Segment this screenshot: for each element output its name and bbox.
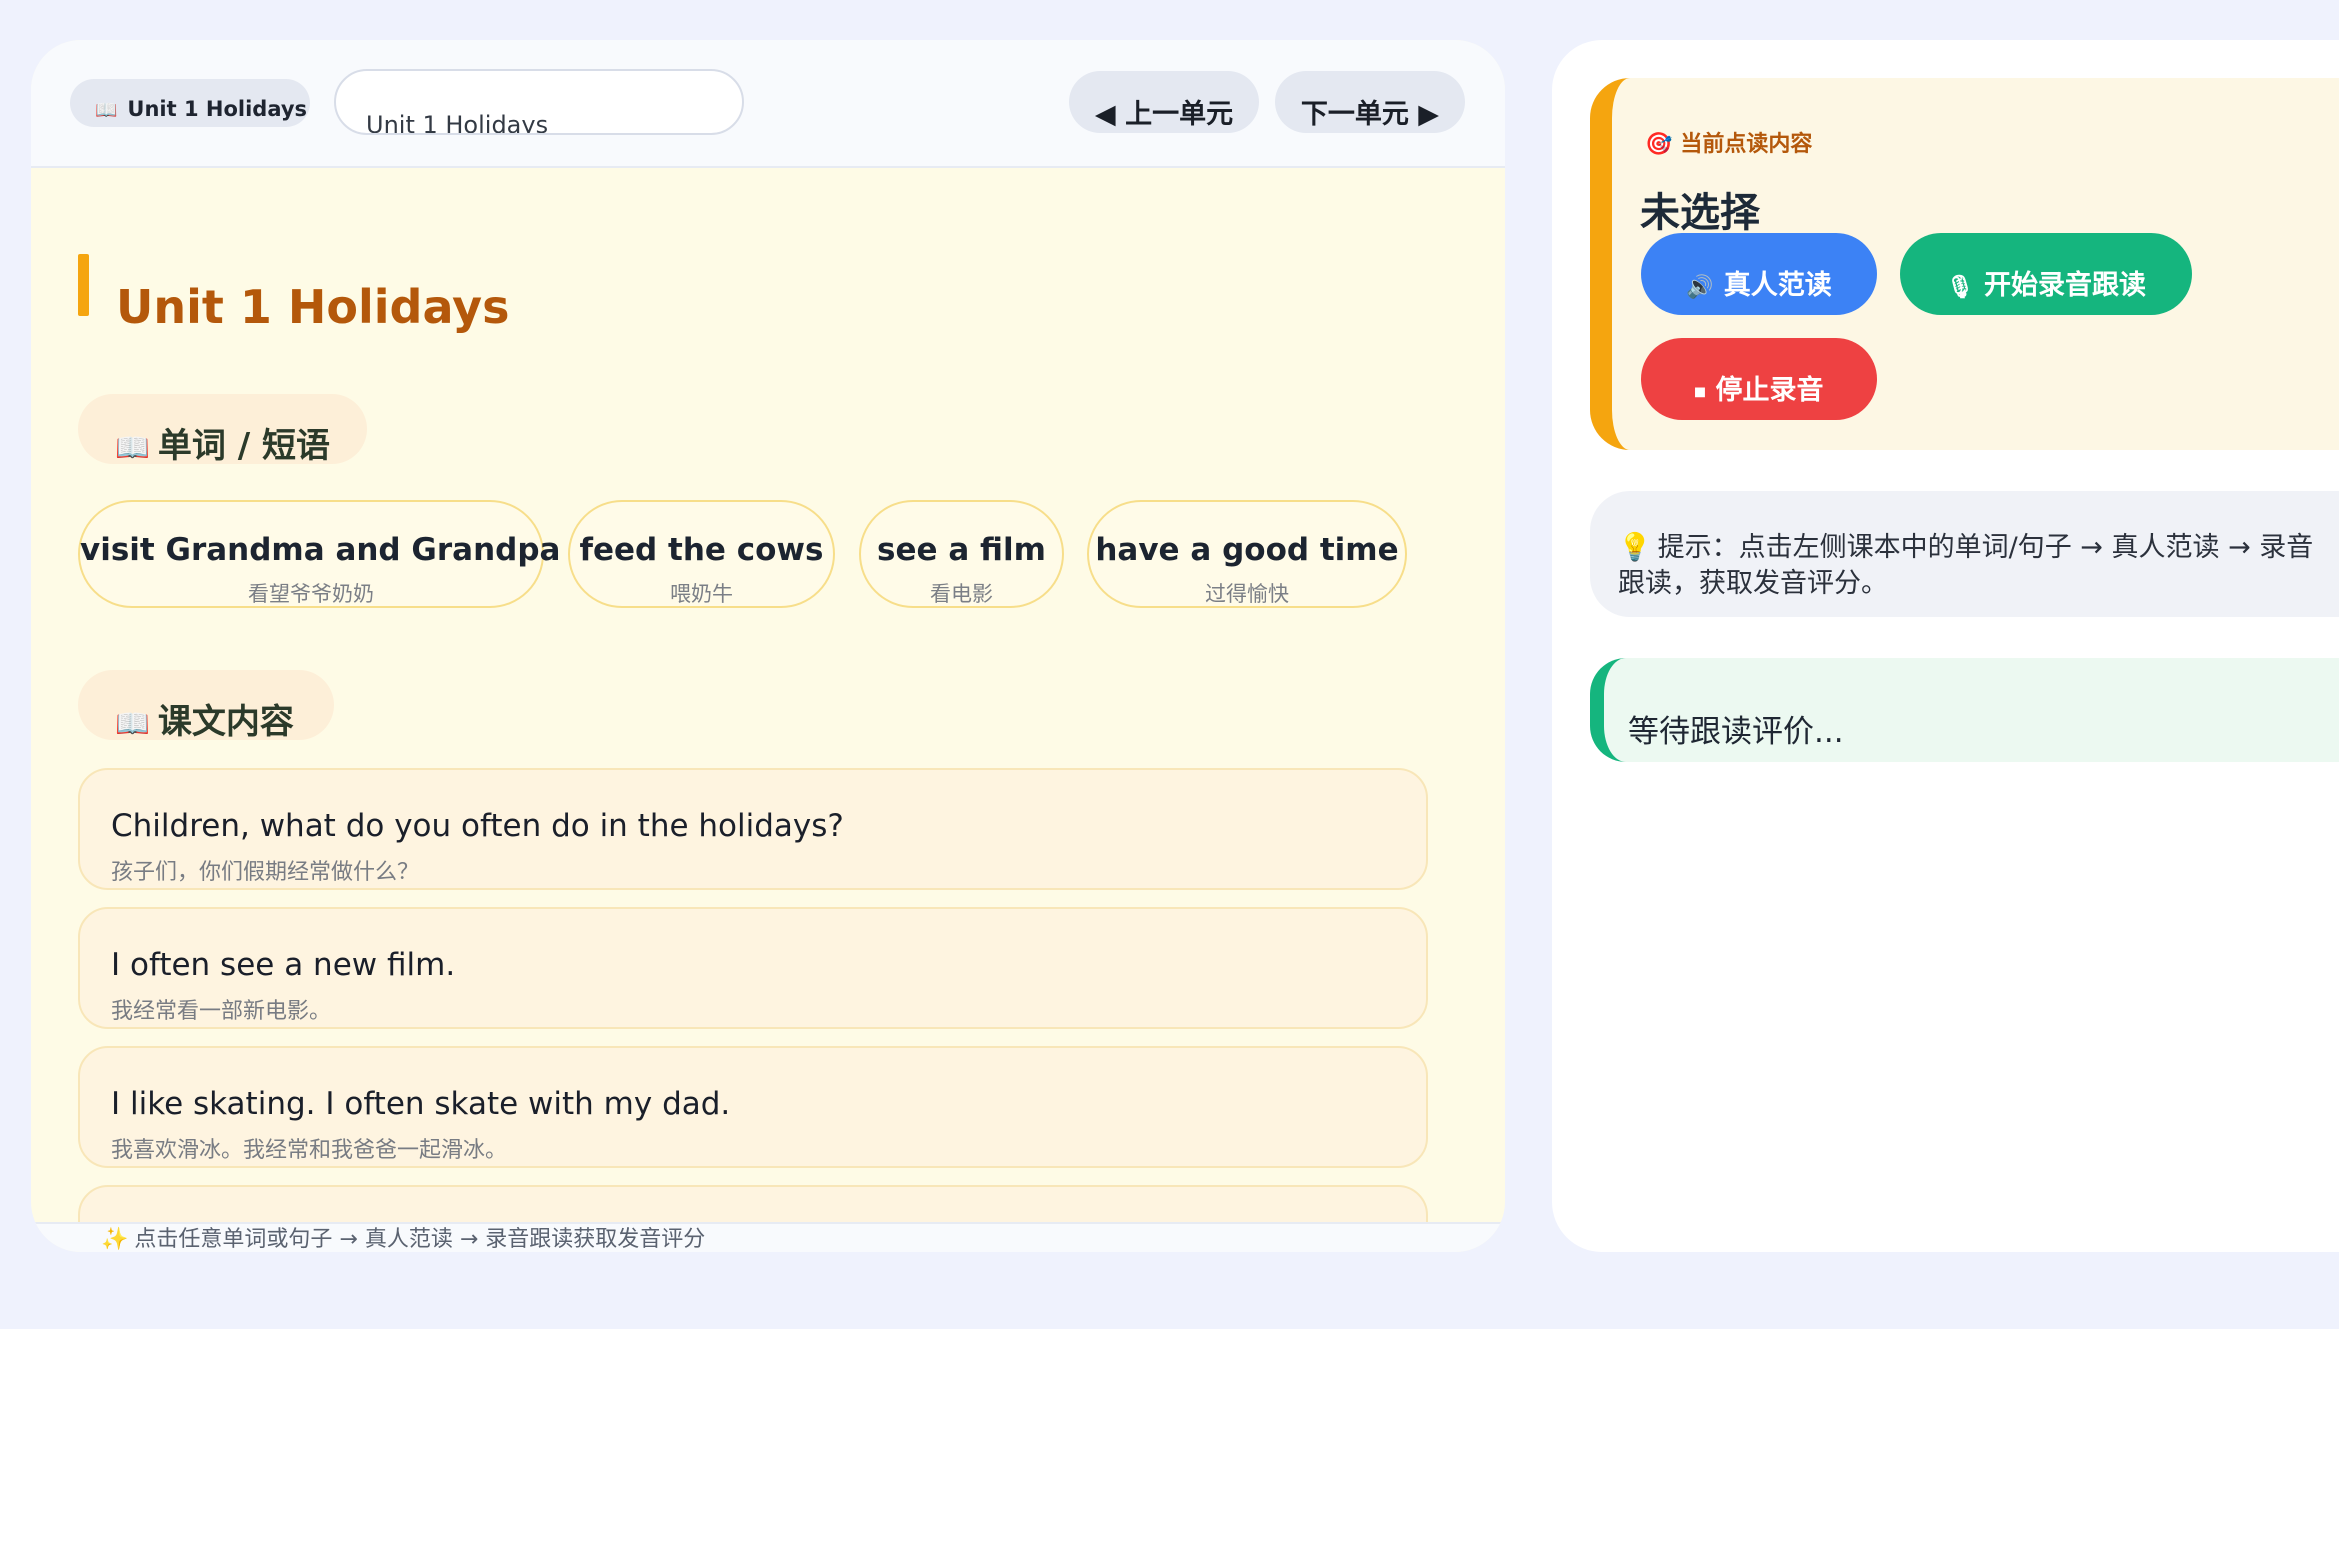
speaker-icon: 🔊 (1686, 275, 1714, 300)
word-en: have a good time (1095, 532, 1399, 568)
target-icon: 🎯 (1645, 132, 1673, 157)
start-recording-button[interactable]: 🎙 开始录音跟读 (1900, 233, 2192, 315)
footer-tip: ✨ 点击任意单词或句子 → 真人范读 → 录音跟读获取发音评分 (101, 1221, 705, 1252)
lesson-content[interactable]: Unit 1 Holidays 📖 单词 / 短语 visit Grandma a… (31, 170, 1505, 1222)
word-chip[interactable]: visit Grandma and Grandpa 看望爷爷奶奶 (78, 500, 561, 608)
current-label-text: 当前点读内容 (1680, 132, 1813, 157)
unit-toolbar: 📖 Unit 1 Holidays Unit 1 Holidays ◀ 上一单元… (31, 40, 1505, 168)
footer-tip-text: 点击任意单词或句子 → 真人范读 → 录音跟读获取发音评分 (134, 1227, 706, 1252)
book-icon: 📖 (115, 707, 150, 740)
sentence-en: I like skating. I often skate with my da… (111, 1086, 731, 1122)
current-item-label: 🎯 当前点读内容 (1645, 126, 1812, 158)
prev-unit-button[interactable]: ◀ 上一单元 (1069, 71, 1259, 133)
word-zh: 看电影 (930, 582, 993, 606)
word-en: feed the cows (579, 532, 824, 568)
unit-select[interactable]: Unit 1 Holidays (334, 69, 744, 135)
sentence-zh: 我喜欢滑冰。我经常和我爸爸一起滑冰。 (111, 1138, 508, 1163)
word-zh: 过得愉快 (1205, 582, 1289, 606)
page-title: Unit 1 Holidays (116, 280, 510, 334)
title-accent-bar (78, 254, 89, 316)
word-chip[interactable]: feed the cows 喂奶牛 (568, 500, 835, 608)
words-heading-label: 单词 / 短语 (157, 426, 330, 466)
sentence-zh: 孩子们，你们假期经常做什么？ (111, 860, 420, 885)
word-en: visit Grandma and Grandpa (80, 532, 561, 568)
stop-recording-label: 停止录音 (1715, 375, 1824, 406)
word-zh: 看望爷爷奶奶 (248, 582, 374, 606)
unit-badge-label: Unit 1 Holidays (127, 97, 308, 121)
book-icon: 📖 (115, 431, 150, 464)
demo-reading-button[interactable]: 🔊 真人范读 (1641, 233, 1877, 315)
text-heading: 📖 课文内容 (78, 670, 334, 742)
current-item-value: 未选择 (1640, 190, 1760, 236)
start-recording-label: 开始录音跟读 (1983, 270, 2146, 301)
hint-text: 💡 提示：点击左侧课本中的单词/句子 → 真人范读 → 录音跟读，获取发音评分。 (1618, 530, 2338, 602)
evaluation-text: 等待跟读评价... (1628, 714, 1844, 750)
practice-panel: 🎯 当前点读内容 未选择 🔊 真人范读 🎙 开始录音跟读 ⏹ 停止录音 (1552, 40, 2339, 1252)
stop-recording-button[interactable]: ⏹ 停止录音 (1641, 338, 1877, 420)
unit-badge: 📖 Unit 1 Holidays (70, 79, 310, 127)
sentence-zh: 我经常看一部新电影。 (111, 999, 332, 1024)
word-chip[interactable]: see a film 看电影 (859, 500, 1064, 608)
hint-text-body: 提示：点击左侧课本中的单词/句子 → 真人范读 → 录音跟读，获取发音评分。 (1618, 532, 2314, 599)
word-en: see a film (877, 532, 1046, 568)
sentence-en: I often see a new film. (111, 947, 456, 983)
book-icon: 📖 (95, 100, 118, 121)
word-zh: 喂奶牛 (670, 582, 733, 606)
stop-icon: ⏹ (1694, 380, 1706, 405)
words-heading: 📖 单词 / 短语 (78, 394, 367, 466)
unit-select-value: Unit 1 Holidays (366, 111, 549, 135)
lightbulb-icon: 💡 (1618, 532, 1652, 563)
sparkle-icon: ✨ (101, 1227, 129, 1252)
sentence-card[interactable]: I like skating. I often skate with my da… (78, 1046, 1428, 1168)
sentence-card[interactable] (78, 1185, 1428, 1222)
microphone-icon: 🎙 (1946, 275, 1974, 300)
sentence-card[interactable]: Children, what do you often do in the ho… (78, 768, 1428, 890)
sentence-en: Children, what do you often do in the ho… (111, 808, 844, 844)
text-heading-label: 课文内容 (157, 702, 294, 742)
textbook-panel: 📖 Unit 1 Holidays Unit 1 Holidays ◀ 上一单元… (31, 40, 1505, 1252)
next-unit-button[interactable]: 下一单元 ▶ (1275, 71, 1465, 133)
demo-reading-label: 真人范读 (1723, 270, 1832, 301)
word-chip[interactable]: have a good time 过得愉快 (1087, 500, 1407, 608)
sentence-card[interactable]: I often see a new film. 我经常看一部新电影。 (78, 907, 1428, 1029)
